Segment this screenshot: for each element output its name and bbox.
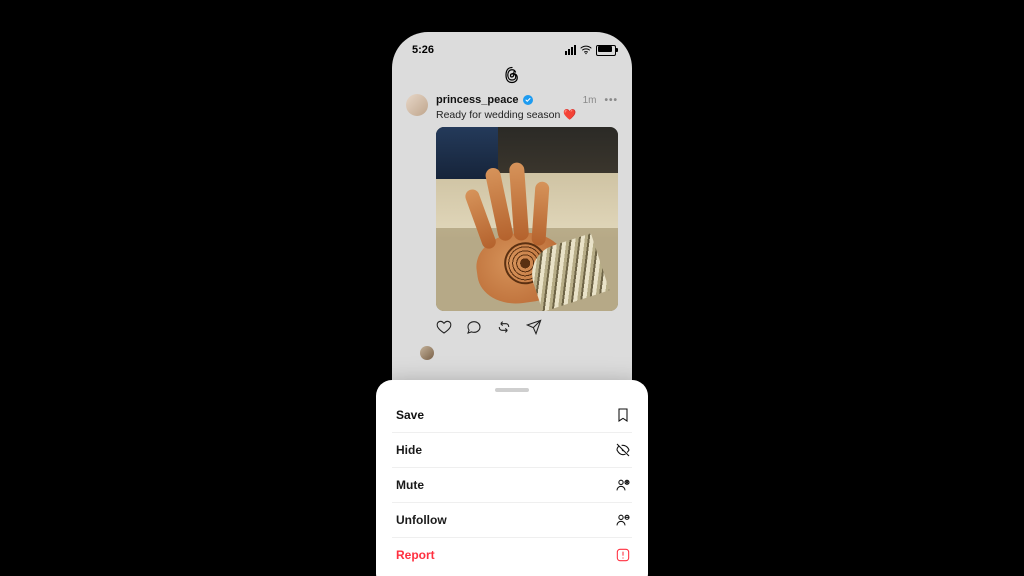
more-options-button[interactable]: •••	[604, 95, 618, 106]
bookmark-icon	[614, 406, 632, 424]
cellular-icon	[565, 45, 576, 55]
sheet-hide[interactable]: Hide	[392, 433, 632, 468]
eye-off-icon	[614, 441, 632, 459]
sheet-report-label: Report	[392, 548, 435, 562]
post-actions	[406, 311, 618, 344]
sheet-unfollow[interactable]: Unfollow	[392, 503, 632, 538]
repost-icon[interactable]	[496, 319, 512, 340]
sheet-mute-label: Mute	[392, 478, 424, 492]
like-icon[interactable]	[436, 319, 452, 340]
sheet-hide-label: Hide	[392, 443, 422, 457]
avatar[interactable]	[406, 94, 428, 116]
share-icon[interactable]	[526, 319, 542, 340]
sheet-grabber[interactable]	[495, 388, 529, 392]
status-time: 5:26	[412, 44, 434, 56]
post: princess_peace 1m ••• Ready for wedding …	[392, 94, 632, 360]
post-timestamp: 1m	[583, 95, 597, 106]
post-caption: Ready for wedding season ❤️	[436, 108, 618, 121]
sheet-save-label: Save	[392, 408, 424, 422]
sheet-save[interactable]: Save	[392, 398, 632, 433]
stage: 5:26 princess_peace	[0, 0, 1024, 576]
post-image[interactable]	[436, 127, 618, 311]
status-indicators	[565, 44, 616, 56]
wifi-icon	[580, 44, 592, 56]
action-sheet: Save Hide Mute Unfollow Report	[376, 380, 648, 576]
threads-logo	[392, 60, 632, 94]
verified-badge-icon	[523, 95, 533, 105]
username[interactable]: princess_peace	[436, 94, 519, 106]
battery-icon	[596, 45, 616, 56]
user-mute-icon	[614, 476, 632, 494]
sheet-report[interactable]: Report	[392, 538, 632, 572]
alert-icon	[614, 546, 632, 564]
comment-icon[interactable]	[466, 319, 482, 340]
status-bar: 5:26	[392, 32, 632, 60]
reply-avatar	[420, 346, 434, 360]
user-unfollow-icon	[614, 511, 632, 529]
sheet-mute[interactable]: Mute	[392, 468, 632, 503]
sheet-unfollow-label: Unfollow	[392, 513, 447, 527]
